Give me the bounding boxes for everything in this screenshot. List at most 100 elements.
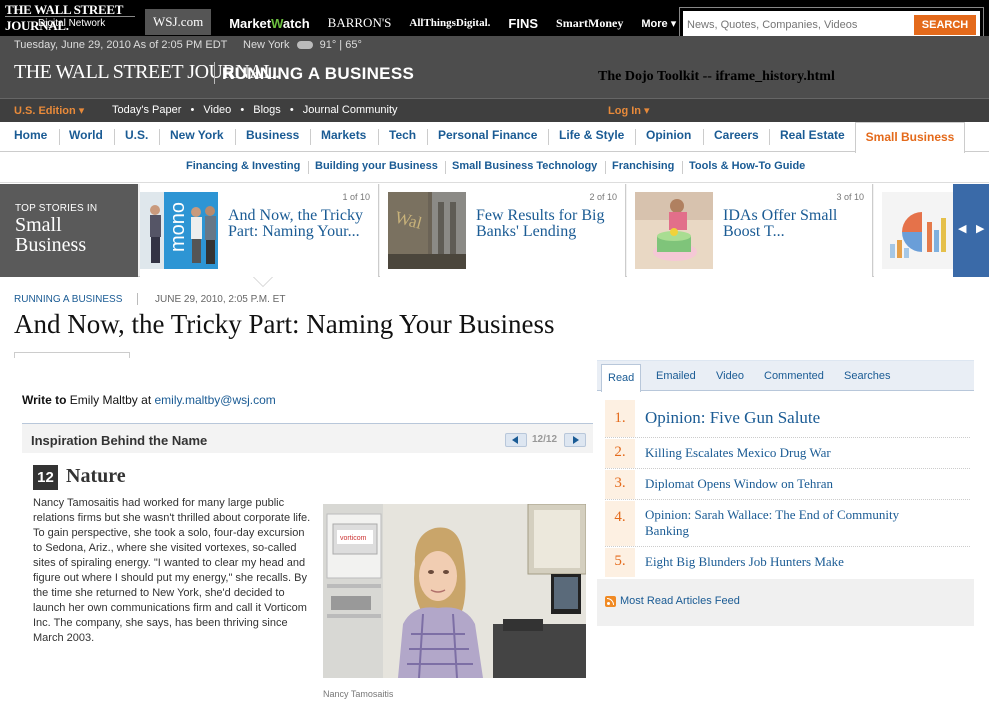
strip-prev-icon[interactable]: ◀ bbox=[958, 222, 966, 235]
most-read-item[interactable]: 1. Opinion: Five Gun Salute bbox=[605, 400, 970, 438]
nav-home[interactable]: Home bbox=[14, 128, 47, 142]
slideshow-title: Inspiration Behind the Name bbox=[31, 433, 208, 448]
strip-nav: ◀ ▶ bbox=[953, 184, 989, 277]
login-menu[interactable]: Log In ▾ bbox=[608, 104, 650, 117]
utility-links: Today's Paper • Video • Blogs • Journal … bbox=[112, 104, 404, 116]
rank-title[interactable]: Opinion: Sarah Wallace: The End of Commu… bbox=[645, 507, 945, 539]
nav-new-york[interactable]: New York bbox=[170, 128, 224, 142]
author-email-link[interactable]: emily.maltby@wsj.com bbox=[155, 393, 276, 407]
most-read-item[interactable]: 2. Killing Escalates Mexico Drug War bbox=[605, 439, 970, 469]
nav-separator bbox=[114, 129, 115, 145]
story-1-thumbnail-image: mono bbox=[140, 192, 218, 269]
subnav-franchising[interactable]: Franchising bbox=[612, 160, 674, 172]
top-story-1[interactable]: mono 1 of 10 And Now, the Tricky Part: N… bbox=[140, 184, 379, 277]
strip-next-icon[interactable]: ▶ bbox=[976, 222, 984, 235]
nav-tech[interactable]: Tech bbox=[389, 128, 416, 142]
nav-real-estate[interactable]: Real Estate bbox=[780, 128, 845, 142]
link-todays-paper[interactable]: Today's Paper bbox=[112, 104, 181, 116]
most-read-item[interactable]: 3. Diplomat Opens Window on Tehran bbox=[605, 470, 970, 500]
tab-emailed[interactable]: Emailed bbox=[656, 370, 696, 382]
rss-icon[interactable] bbox=[605, 596, 616, 607]
tab-video[interactable]: Video bbox=[716, 370, 744, 382]
article-kicker[interactable]: RUNNING A BUSINESS bbox=[14, 294, 122, 305]
wsj-network-logo[interactable]: THE WALL STREET JOURNAL. Digital Network bbox=[0, 0, 141, 36]
nav-personal-finance[interactable]: Personal Finance bbox=[438, 128, 537, 142]
rank-title[interactable]: Eight Big Blunders Job Hunters Make bbox=[645, 554, 844, 570]
search-input[interactable] bbox=[687, 15, 909, 35]
nav-business[interactable]: Business bbox=[246, 128, 299, 142]
story-count: 2 of 10 bbox=[589, 192, 617, 202]
masthead-divider bbox=[214, 62, 215, 84]
window-title-overlay: The Dojo Toolkit -- iframe_history.html bbox=[598, 69, 835, 84]
story-thumbnail[interactable] bbox=[635, 192, 713, 269]
cloud-icon bbox=[296, 41, 313, 50]
rank-title[interactable]: Diplomat Opens Window on Tehran bbox=[645, 476, 833, 492]
nav-small-business[interactable]: Small Business bbox=[855, 122, 965, 153]
nav-separator bbox=[235, 129, 236, 145]
subnav-financing-investing[interactable]: Financing & Investing bbox=[186, 160, 300, 172]
slideshow-next-button[interactable] bbox=[564, 433, 586, 447]
search-button[interactable]: SEARCH bbox=[914, 15, 976, 35]
story-2-thumbnail-image: Wal bbox=[388, 192, 466, 269]
weather[interactable]: New York 91° | 65° bbox=[243, 39, 362, 51]
network-link-allthingsdigital[interactable]: AllThingsDigital. bbox=[409, 17, 490, 29]
rank-number: 3. bbox=[605, 470, 635, 499]
tab-searches[interactable]: Searches bbox=[844, 370, 890, 382]
top-story-2[interactable]: Wal 2 of 10 Few Results for Big Banks' L… bbox=[380, 184, 626, 277]
most-popular-tabs: Read Emailed Video Commented Searches bbox=[597, 361, 974, 392]
section-subnav: Financing & Investing Building your Busi… bbox=[0, 153, 989, 183]
slideshow-prev-button[interactable] bbox=[505, 433, 527, 447]
nav-life-style[interactable]: Life & Style bbox=[559, 128, 624, 142]
top-story-3[interactable]: 3 of 10 IDAs Offer Small Boost T... bbox=[627, 184, 873, 277]
subnav-small-business-tech[interactable]: Small Business Technology bbox=[452, 160, 597, 172]
network-link-wsj[interactable]: WSJ.com bbox=[145, 9, 212, 35]
edition-selector[interactable]: U.S. Edition ▾ bbox=[14, 104, 84, 117]
network-link-barrons[interactable]: BARRON'S bbox=[328, 15, 392, 31]
rank-title[interactable]: Killing Escalates Mexico Drug War bbox=[645, 445, 831, 461]
write-to: Write to Emily Maltby at emily.maltby@ws… bbox=[22, 393, 276, 407]
article-title: And Now, the Tricky Part: Naming Your Bu… bbox=[14, 309, 555, 339]
network-link-marketwatch[interactable]: MarketWatch bbox=[229, 16, 309, 31]
link-video[interactable]: Video bbox=[203, 104, 231, 116]
nav-markets[interactable]: Markets bbox=[321, 128, 366, 142]
link-journal-community[interactable]: Journal Community bbox=[303, 104, 398, 116]
nav-us[interactable]: U.S. bbox=[125, 128, 148, 142]
nav-opinion[interactable]: Opinion bbox=[646, 128, 691, 142]
tab-read[interactable]: Read bbox=[601, 364, 642, 392]
network-link-fins[interactable]: FINS bbox=[508, 16, 538, 31]
site-header: Tuesday, June 29, 2010 As of 2:05 PM EDT… bbox=[0, 36, 989, 98]
subnav-tools-guide[interactable]: Tools & How-To Guide bbox=[689, 160, 805, 172]
tab-commented[interactable]: Commented bbox=[764, 370, 824, 382]
most-read-item[interactable]: 4. Opinion: Sarah Wallace: The End of Co… bbox=[605, 501, 970, 547]
network-link-more[interactable]: More ▾ bbox=[641, 17, 676, 30]
subnav-building-business[interactable]: Building your Business bbox=[315, 160, 438, 172]
weather-temp: 91° | 65° bbox=[319, 39, 362, 51]
network-bar: THE WALL STREET JOURNAL. Digital Network… bbox=[0, 0, 989, 43]
most-read-feed-link[interactable]: Most Read Articles Feed bbox=[620, 595, 740, 607]
rank-number: 1. bbox=[605, 400, 635, 437]
story-thumbnail[interactable] bbox=[882, 192, 953, 269]
photo-caption: Nancy Tamosaitis bbox=[323, 689, 394, 699]
link-blogs[interactable]: Blogs bbox=[253, 104, 281, 116]
nav-careers[interactable]: Careers bbox=[714, 128, 759, 142]
nav-world[interactable]: World bbox=[69, 128, 103, 142]
rank-title[interactable]: Opinion: Five Gun Salute bbox=[645, 408, 820, 428]
most-read-item[interactable]: 5. Eight Big Blunders Job Hunters Make bbox=[605, 548, 970, 578]
story-headline[interactable]: IDAs Offer Small Boost T... bbox=[723, 208, 872, 240]
story-thumbnail[interactable]: mono bbox=[140, 192, 218, 269]
rank-number: 2. bbox=[605, 439, 635, 468]
network-link-smartmoney[interactable]: SmartMoney bbox=[556, 16, 623, 31]
most-popular-widget: Read Emailed Video Commented Searches 1.… bbox=[597, 360, 974, 626]
marketwatch-w: W bbox=[271, 15, 283, 31]
network-links: WSJ.com MarketWatch BARRON'S AllThingsDi… bbox=[145, 9, 694, 37]
story-thumbnail[interactable]: Wal bbox=[388, 192, 466, 269]
story-pointer bbox=[254, 277, 272, 286]
section-title[interactable]: RUNNING A BUSINESS bbox=[222, 64, 414, 84]
rank-number: 4. bbox=[605, 501, 635, 546]
story-headline[interactable]: Few Results for Big Banks' Lending bbox=[476, 208, 625, 240]
write-to-label: Write to bbox=[22, 393, 67, 407]
article-tab-outline bbox=[14, 352, 130, 358]
marketwatch-label-end: atch bbox=[282, 15, 310, 31]
story-headline[interactable]: And Now, the Tricky Part: Naming Your... bbox=[228, 208, 378, 240]
top-story-4-partial[interactable] bbox=[874, 184, 953, 277]
